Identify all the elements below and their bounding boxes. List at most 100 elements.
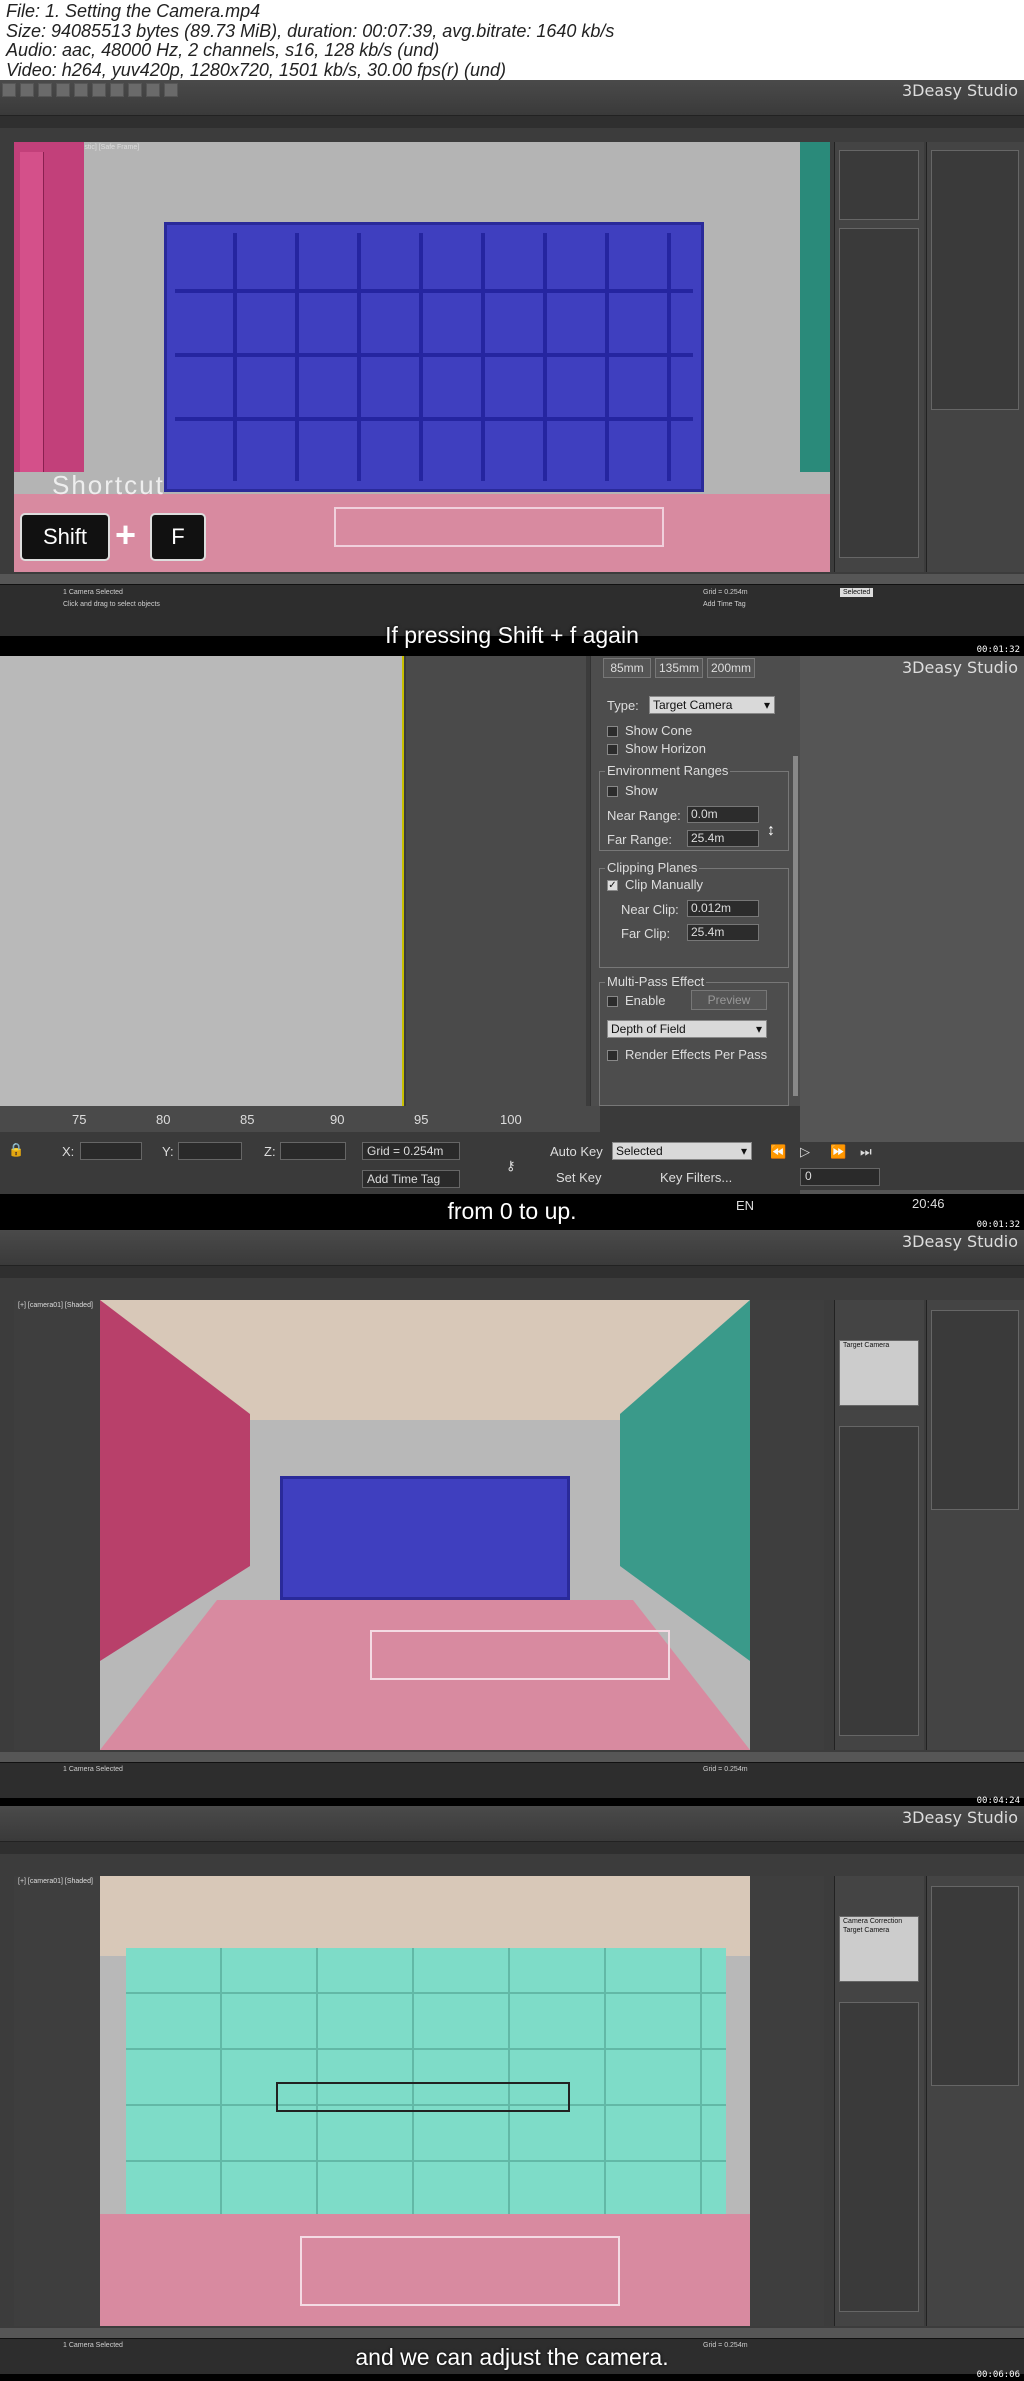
back-wall bbox=[126, 1948, 726, 2216]
command-panel[interactable]: Camera Correction Target Camera bbox=[834, 1876, 924, 2326]
dof-panel[interactable] bbox=[926, 1876, 1024, 2326]
ruler-tick: 80 bbox=[156, 1112, 171, 1127]
clip-manually-label: Clip Manually bbox=[625, 877, 704, 892]
stack-item[interactable]: Camera Correction bbox=[840, 1917, 918, 1926]
frame-4: 3Deasy Studio [+] [camera01] [Shaded] Ca… bbox=[0, 1806, 1024, 2374]
shelf bbox=[20, 152, 44, 472]
camera-viewport[interactable]: [+] [camera01] [Shaded] bbox=[14, 1300, 824, 1750]
near-clip-field[interactable]: 0.012m bbox=[687, 900, 759, 917]
scale-icon[interactable] bbox=[92, 83, 106, 97]
preview-button[interactable]: Preview bbox=[691, 990, 767, 1010]
command-panel[interactable] bbox=[834, 142, 924, 572]
time-ruler[interactable] bbox=[0, 574, 1024, 584]
parameters-rollout bbox=[839, 2002, 919, 2312]
render-effects-checkbox[interactable] bbox=[607, 1050, 618, 1061]
command-panel[interactable]: Target Camera bbox=[834, 1300, 924, 1750]
camera-viewport[interactable]: [+] [Camera01] [Realistic] [Safe Frame] bbox=[14, 142, 830, 572]
file-line: File: 1. Setting the Camera.mp4 bbox=[6, 1, 261, 21]
time-ruler[interactable] bbox=[0, 1752, 1024, 1762]
near-range-field[interactable]: 0.0m bbox=[687, 806, 759, 823]
add-time-tag[interactable]: Add Time Tag bbox=[362, 1170, 460, 1188]
chevron-down-icon: ▾ bbox=[740, 1144, 747, 1158]
lens-85mm-button[interactable]: 85mm bbox=[603, 658, 651, 678]
modifier-stack[interactable]: Camera Correction Target Camera bbox=[839, 1916, 919, 1982]
ribbon-tabs bbox=[0, 1842, 1024, 1854]
ruler-tick: 85 bbox=[240, 1112, 255, 1127]
shift-key: Shift bbox=[20, 513, 110, 561]
play-icon[interactable]: ▷ bbox=[800, 1144, 810, 1160]
move-icon[interactable] bbox=[56, 83, 70, 97]
lock-icon[interactable]: 🔒 bbox=[8, 1142, 24, 1158]
video-info-header: File: 1. Setting the Camera.mp4 Size: 94… bbox=[0, 0, 1024, 80]
niche bbox=[276, 2082, 570, 2112]
effect-select[interactable]: Depth of Field ▾ bbox=[607, 1020, 767, 1038]
right-wall bbox=[800, 142, 830, 472]
far-clip-field[interactable]: 25.4m bbox=[687, 924, 759, 941]
dof-params-rollout bbox=[931, 150, 1019, 410]
show-range-label: Show bbox=[625, 783, 658, 798]
status-bar: 1 Camera Selected Grid = 0.254m bbox=[0, 1762, 1024, 1798]
key-filters-button[interactable]: Key Filters... bbox=[660, 1170, 732, 1185]
video-line: Video: h264, yuv420p, 1280x720, 1501 kb/… bbox=[6, 59, 507, 80]
chevron-down-icon: ▾ bbox=[763, 698, 770, 712]
render-icon[interactable] bbox=[164, 83, 178, 97]
subtitle-1: If pressing Shift + f again bbox=[385, 622, 639, 648]
lens-135mm-button[interactable]: 135mm bbox=[655, 658, 703, 678]
right-panel: 3Deasy Studio bbox=[800, 656, 1024, 1216]
undo-icon[interactable] bbox=[2, 83, 16, 97]
x-field[interactable] bbox=[80, 1142, 142, 1160]
camera-type-value: Target Camera bbox=[653, 698, 733, 712]
show-horizon-checkbox[interactable] bbox=[607, 744, 618, 755]
show-range-checkbox[interactable] bbox=[607, 786, 618, 797]
time-ruler[interactable] bbox=[0, 2328, 1024, 2338]
dof-panel[interactable] bbox=[926, 142, 1024, 572]
dof-panel[interactable] bbox=[926, 1300, 1024, 1750]
mirror-icon[interactable] bbox=[128, 83, 142, 97]
next-frame-icon[interactable]: ⏩ bbox=[830, 1144, 846, 1160]
panel-scrollbar[interactable] bbox=[793, 756, 798, 1096]
snap-icon[interactable] bbox=[110, 83, 124, 97]
x-label: X: bbox=[62, 1144, 75, 1159]
multipass-label: Multi-Pass Effect bbox=[605, 974, 707, 989]
track-ruler[interactable]: 75 80 85 90 95 100 bbox=[0, 1106, 600, 1132]
timestamp-2: 00:01:32 bbox=[976, 1220, 1020, 1230]
viewport-label: [+] [camera01] [Shaded] bbox=[18, 1302, 93, 1309]
playback-controls[interactable]: ⏪ ▷ ⏩ ⏭ 0 bbox=[760, 1142, 1024, 1190]
stack-item[interactable]: Target Camera bbox=[840, 1926, 918, 1935]
show-horizon-label: Show Horizon bbox=[625, 741, 706, 756]
stack-item[interactable]: Target Camera bbox=[840, 1341, 918, 1350]
frame-3: 3Deasy Studio [+] [camera01] [Shaded] Ta… bbox=[0, 1230, 1024, 1798]
add-time-tag[interactable]: Add Time Tag bbox=[700, 600, 749, 609]
y-field[interactable] bbox=[178, 1142, 242, 1160]
prev-frame-icon[interactable]: ⏪ bbox=[770, 1144, 786, 1160]
key-icon[interactable]: ⚷ bbox=[506, 1158, 516, 1174]
auto-key-button[interactable]: Auto Key bbox=[550, 1144, 603, 1159]
camera-type-select[interactable]: Target Camera ▾ bbox=[649, 696, 775, 714]
key-mode-select[interactable]: Selected ▾ bbox=[612, 1142, 752, 1160]
viewport-gray[interactable] bbox=[0, 656, 404, 1106]
set-key-button[interactable]: Set Key bbox=[556, 1170, 602, 1185]
camera-viewport[interactable]: [+] [camera01] [Shaded] bbox=[14, 1876, 824, 2326]
render-effects-label: Render Effects Per Pass bbox=[625, 1047, 768, 1062]
z-field[interactable] bbox=[280, 1142, 346, 1160]
resize-cursor-icon: ↕ bbox=[767, 822, 775, 839]
camera-params-panel[interactable]: 85mm 135mm 200mm Type: Target Camera ▾ Sh… bbox=[590, 656, 800, 1106]
redo-icon[interactable] bbox=[20, 83, 34, 97]
lens-200mm-button[interactable]: 200mm bbox=[707, 658, 755, 678]
viewport-label: [+] [camera01] [Shaded] bbox=[18, 1878, 93, 1885]
show-cone-checkbox[interactable] bbox=[607, 726, 618, 737]
select-icon[interactable] bbox=[38, 83, 52, 97]
main-toolbar bbox=[0, 1806, 1024, 1842]
enable-checkbox[interactable] bbox=[607, 996, 618, 1007]
modifier-stack[interactable]: Target Camera bbox=[839, 1340, 919, 1406]
key-mode-select[interactable]: Selected bbox=[840, 588, 874, 597]
watermark: 3Deasy Studio bbox=[902, 1232, 1018, 1251]
prompt-line: Click and drag to select objects bbox=[63, 601, 160, 608]
rotate-icon[interactable] bbox=[74, 83, 88, 97]
far-range-label: Far Range: bbox=[607, 832, 673, 847]
end-icon[interactable]: ⏭ bbox=[860, 1144, 872, 1160]
clip-manually-checkbox[interactable]: ✓ bbox=[607, 880, 618, 891]
frame-field[interactable]: 0 bbox=[800, 1168, 880, 1186]
align-icon[interactable] bbox=[146, 83, 160, 97]
far-range-field[interactable]: 25.4m bbox=[687, 830, 759, 847]
